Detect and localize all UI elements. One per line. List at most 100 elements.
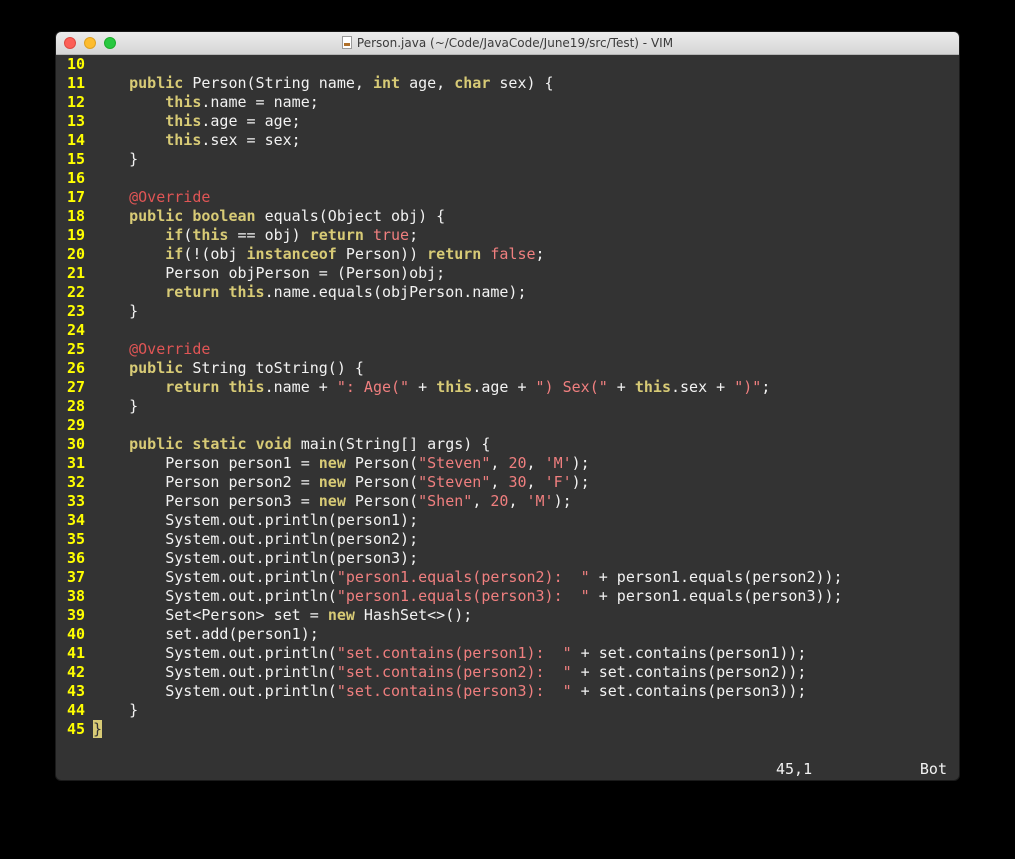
- code-line[interactable]: 16: [56, 169, 959, 188]
- line-number: 23: [67, 302, 86, 320]
- code-line[interactable]: 12 this.name = name;: [56, 93, 959, 112]
- code-line[interactable]: 36 System.out.println(person3);: [56, 549, 959, 568]
- code-line[interactable]: 39 Set<Person> set = new HashSet<>();: [56, 606, 959, 625]
- code-text: return this.name.equals(objPerson.name);: [93, 283, 526, 301]
- code-line[interactable]: 38 System.out.println("person1.equals(pe…: [56, 587, 959, 606]
- code-line[interactable]: 10: [56, 55, 959, 74]
- code-text: Person objPerson = (Person)obj;: [93, 264, 445, 282]
- code-line[interactable]: 44 }: [56, 701, 959, 720]
- code-line[interactable]: 15 }: [56, 150, 959, 169]
- code-text: System.out.println("person1.equals(perso…: [93, 587, 842, 605]
- code-text: Person person1 = new Person("Steven", 20…: [93, 454, 590, 472]
- code-text: public Person(String name, int age, char…: [93, 74, 553, 92]
- code-text: @Override: [93, 340, 210, 358]
- code-line[interactable]: 31 Person person1 = new Person("Steven",…: [56, 454, 959, 473]
- code-line[interactable]: 40 set.add(person1);: [56, 625, 959, 644]
- code-token: Person person2 =: [93, 473, 319, 491]
- code-line[interactable]: 43 System.out.println("set.contains(pers…: [56, 682, 959, 701]
- string-token: ")": [734, 378, 762, 396]
- keyword-token: if: [165, 245, 184, 263]
- code-token: + set.contains(person1));: [571, 644, 807, 662]
- code-token: ,: [526, 454, 545, 472]
- code-text: public static void main(String[] args) {: [93, 435, 490, 453]
- code-text: System.out.println("set.contains(person3…: [93, 682, 806, 700]
- code-token: );: [553, 492, 572, 510]
- code-token: (!(obj: [183, 245, 247, 263]
- keyword-token: new: [318, 454, 346, 472]
- code-line[interactable]: 45}: [56, 720, 959, 739]
- code-line[interactable]: 14 this.sex = sex;: [56, 131, 959, 150]
- cursor-position: 45,1: [776, 760, 813, 778]
- line-number: 10: [67, 55, 86, 73]
- code-line[interactable]: 26 public String toString() {: [56, 359, 959, 378]
- line-number: 36: [67, 549, 86, 567]
- code-line[interactable]: 25 @Override: [56, 340, 959, 359]
- line-number: 17: [67, 188, 86, 206]
- line-number: 32: [67, 473, 86, 491]
- code-token: );: [571, 454, 590, 472]
- code-text: this.name = name;: [93, 93, 319, 111]
- code-line[interactable]: 42 System.out.println("set.contains(pers…: [56, 663, 959, 682]
- editor-buffer[interactable]: 10 11 public Person(String name, int age,…: [56, 55, 959, 758]
- code-line[interactable]: 37 System.out.println("person1.equals(pe…: [56, 568, 959, 587]
- code-line[interactable]: 33 Person person3 = new Person("Shen", 2…: [56, 492, 959, 511]
- code-line[interactable]: 27 return this.name + ": Age(" + this.ag…: [56, 378, 959, 397]
- code-line[interactable]: 20 if(!(obj instanceof Person)) return f…: [56, 245, 959, 264]
- string-token: "set.contains(person3): ": [336, 682, 572, 700]
- code-line[interactable]: 35 System.out.println(person2);: [56, 530, 959, 549]
- code-line[interactable]: 28 }: [56, 397, 959, 416]
- code-text: System.out.println("set.contains(person2…: [93, 663, 806, 681]
- code-token: ,: [490, 454, 509, 472]
- code-line[interactable]: 11 public Person(String name, int age, c…: [56, 74, 959, 93]
- code-text: System.out.println(person3);: [93, 549, 418, 567]
- code-token: main(String[] args) {: [291, 435, 491, 453]
- code-line[interactable]: 34 System.out.println(person1);: [56, 511, 959, 530]
- line-number: 35: [67, 530, 86, 548]
- code-line[interactable]: 22 return this.name.equals(objPerson.nam…: [56, 283, 959, 302]
- string-token: "Steven": [418, 454, 491, 472]
- keyword-token: new: [327, 606, 355, 624]
- code-token: ,: [472, 492, 491, 510]
- code-line[interactable]: 17 @Override: [56, 188, 959, 207]
- keyword-token: this: [165, 131, 202, 149]
- code-text: System.out.println("set.contains(person1…: [93, 644, 806, 662]
- code-line[interactable]: 32 Person person2 = new Person("Steven",…: [56, 473, 959, 492]
- line-number: 29: [67, 416, 86, 434]
- code-token: Person objPerson = (Person)obj;: [93, 264, 446, 282]
- string-token: "set.contains(person1): ": [336, 644, 572, 662]
- line-number: 45: [67, 720, 86, 738]
- title-bar[interactable]: Person.java (~/Code/JavaCode/June19/src/…: [56, 32, 959, 55]
- code-token: == obj): [228, 226, 310, 244]
- code-token: );: [571, 473, 590, 491]
- code-line[interactable]: 29: [56, 416, 959, 435]
- code-token: +: [607, 378, 635, 396]
- code-line[interactable]: 18 public boolean equals(Object obj) {: [56, 207, 959, 226]
- code-token: ,: [508, 492, 527, 510]
- keyword-token: char: [454, 74, 491, 92]
- code-token: .sex +: [671, 378, 735, 396]
- code-text: }: [93, 720, 103, 738]
- line-number: 15: [67, 150, 86, 168]
- code-text: Person person3 = new Person("Shen", 20, …: [93, 492, 572, 510]
- code-token: System.out.println(: [93, 682, 337, 700]
- keyword-token: static: [192, 435, 247, 453]
- code-line[interactable]: 41 System.out.println("set.contains(pers…: [56, 644, 959, 663]
- code-line[interactable]: 24: [56, 321, 959, 340]
- code-text: if(this == obj) return true;: [93, 226, 418, 244]
- code-line[interactable]: 19 if(this == obj) return true;: [56, 226, 959, 245]
- line-number: 34: [67, 511, 86, 529]
- line-number: 43: [67, 682, 86, 700]
- code-token: System.out.println(person3);: [93, 549, 419, 567]
- code-line[interactable]: 23 }: [56, 302, 959, 321]
- code-line[interactable]: 30 public static void main(String[] args…: [56, 435, 959, 454]
- code-line[interactable]: 21 Person objPerson = (Person)obj;: [56, 264, 959, 283]
- code-line[interactable]: 13 this.age = age;: [56, 112, 959, 131]
- keyword-token: this: [165, 93, 202, 111]
- keyword-token: this: [228, 283, 265, 301]
- annotation-token: @Override: [129, 340, 211, 358]
